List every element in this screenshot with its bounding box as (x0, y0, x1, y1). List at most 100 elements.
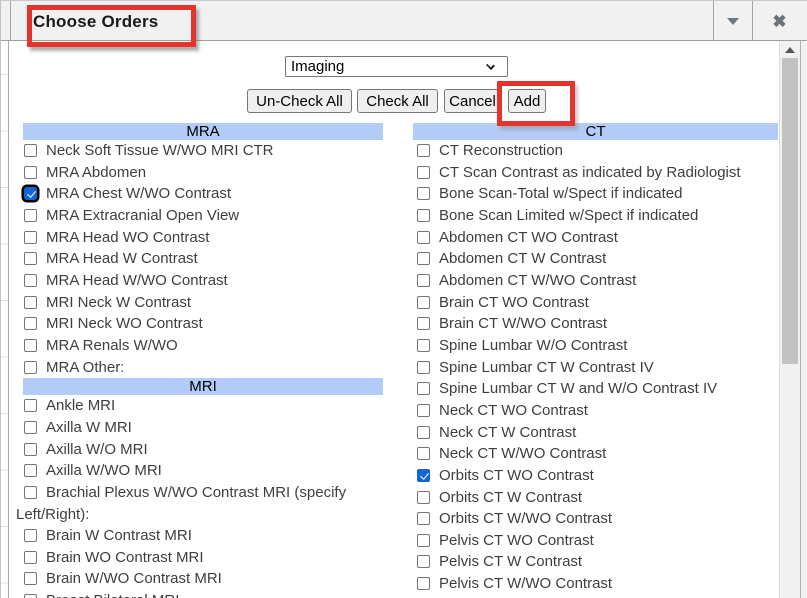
checkbox-icon[interactable] (24, 296, 37, 309)
order-item-label: Spine Lumbar CT W and W/O Contrast IV (439, 380, 717, 397)
order-item[interactable]: MRA Chest W/WO Contrast (16, 183, 383, 205)
order-item[interactable]: MRA Other: (16, 357, 383, 379)
order-item[interactable]: Axilla W/O MRI (16, 439, 383, 461)
uncheck-all-button[interactable]: Un-Check All (247, 89, 352, 113)
order-item[interactable]: Pelvis CT W Contrast (409, 551, 778, 573)
checkbox-icon[interactable] (417, 339, 430, 352)
checkbox-icon[interactable] (24, 339, 37, 352)
window-menu-button[interactable] (713, 1, 752, 41)
checkbox-icon[interactable] (24, 317, 37, 330)
order-item[interactable]: Brain WO Contrast MRI (16, 547, 383, 569)
checkbox-icon[interactable] (24, 144, 37, 157)
order-item[interactable]: Abdomen CT WO Contrast (409, 227, 778, 249)
order-item[interactable]: Ankle MRI (16, 395, 383, 417)
check-all-button[interactable]: Check All (357, 89, 438, 113)
order-item-label: Spine Lumbar W/O Contrast (439, 337, 627, 354)
order-item[interactable]: Neck Soft Tissue W/WO MRI CTR (16, 140, 383, 162)
order-item[interactable]: MRA Head W Contrast (16, 248, 383, 270)
order-item[interactable]: Neck CT WO Contrast (409, 400, 778, 422)
checkbox-icon[interactable] (24, 209, 37, 222)
order-item[interactable]: Bone Scan Limited w/Spect if indicated (409, 205, 778, 227)
vertical-scrollbar[interactable] (779, 41, 800, 598)
cancel-button[interactable]: Cancel (444, 89, 501, 113)
order-item-label: Neck CT W Contrast (439, 424, 576, 441)
checkbox-icon[interactable] (417, 469, 430, 482)
order-item[interactable]: Spine Lumbar CT W and W/O Contrast IV (409, 378, 778, 400)
order-item[interactable]: Spine Lumbar CT W Contrast IV (409, 357, 778, 379)
checkbox-icon[interactable] (417, 426, 430, 439)
order-item[interactable]: Pelvis CT WO Contrast (409, 530, 778, 552)
checkbox-icon[interactable] (417, 491, 430, 504)
order-item[interactable]: MRI Neck W Contrast (16, 292, 383, 314)
order-item[interactable]: Axilla W MRI (16, 417, 383, 439)
category-select[interactable]: Imaging (285, 56, 508, 77)
scrollbar-thumb[interactable] (782, 58, 798, 364)
checkbox-icon[interactable] (417, 534, 430, 547)
checkbox-icon[interactable] (417, 166, 430, 179)
order-item[interactable]: Abdomen CT W/WO Contrast (409, 270, 778, 292)
checkbox-icon[interactable] (24, 252, 37, 265)
checkbox-icon[interactable] (417, 382, 430, 395)
checkbox-icon[interactable] (417, 404, 430, 417)
annotation-box-add (497, 81, 575, 126)
order-item[interactable]: Brain W Contrast MRI (16, 525, 383, 547)
checkbox-icon[interactable] (24, 274, 37, 287)
checkbox-icon[interactable] (24, 421, 37, 434)
checkbox-icon[interactable] (417, 274, 430, 287)
order-item[interactable]: Orbits CT W/WO Contrast (409, 508, 778, 530)
order-item-label: Brain CT WO Contrast (439, 294, 589, 311)
checkbox-icon[interactable] (417, 577, 430, 590)
order-item[interactable]: Neck CT W/WO Contrast (409, 443, 778, 465)
order-item[interactable]: Axilla W/WO MRI (16, 460, 383, 482)
checkbox-icon[interactable] (417, 187, 430, 200)
order-item[interactable]: MRA Extracranial Open View (16, 205, 383, 227)
checkbox-icon[interactable] (417, 555, 430, 568)
order-item[interactable]: CT Reconstruction (409, 140, 778, 162)
order-item[interactable]: Orbits CT W Contrast (409, 487, 778, 509)
checkbox-icon[interactable] (24, 594, 37, 598)
order-item[interactable]: MRA Head WO Contrast (16, 227, 383, 249)
order-item[interactable]: Neck CT W Contrast (409, 422, 778, 444)
order-item[interactable]: MRA Head W/WO Contrast (16, 270, 383, 292)
order-item[interactable]: Breast Bilateral MRI (16, 590, 383, 598)
checkbox-icon[interactable] (417, 144, 430, 157)
order-item[interactable]: Brain W/WO Contrast MRI (16, 568, 383, 590)
order-item[interactable]: Orbits CT WO Contrast (409, 465, 778, 487)
window-close-button[interactable]: ✖ (752, 1, 807, 41)
checkbox-icon[interactable] (24, 464, 37, 477)
order-item[interactable]: Abdomen CT W Contrast (409, 248, 778, 270)
checkbox-icon[interactable] (24, 572, 37, 585)
order-item-label: Brain CT W/WO Contrast (439, 315, 607, 332)
order-item[interactable]: MRA Renals W/WO (16, 335, 383, 357)
checkbox-icon[interactable] (24, 486, 37, 499)
checkbox-icon[interactable] (417, 231, 430, 244)
checkbox-icon[interactable] (24, 166, 37, 179)
order-item-label: MRA Abdomen (46, 164, 146, 181)
order-item[interactable]: MRI Neck WO Contrast (16, 313, 383, 335)
checkbox-icon[interactable] (417, 209, 430, 222)
checkbox-icon[interactable] (417, 361, 430, 374)
checkbox-icon[interactable] (417, 317, 430, 330)
checkbox-icon[interactable] (417, 512, 430, 525)
order-item[interactable]: CT Scan Contrast as indicated by Radiolo… (409, 162, 778, 184)
checkbox-icon[interactable] (417, 447, 430, 460)
order-item[interactable]: Spine Lumbar W/O Contrast (409, 335, 778, 357)
checkbox-icon[interactable] (24, 187, 37, 200)
checkbox-icon[interactable] (417, 252, 430, 265)
checkbox-icon[interactable] (24, 551, 37, 564)
scrollbar-up-button[interactable] (780, 41, 800, 58)
checkbox-icon[interactable] (417, 296, 430, 309)
order-item-label: Orbits CT WO Contrast (439, 467, 594, 484)
dialog-left-edge (0, 0, 1, 598)
order-item[interactable]: Brachial Plexus W/WO Contrast MRI (speci… (16, 482, 383, 525)
order-item[interactable]: MRA Abdomen (16, 162, 383, 184)
order-item[interactable]: Brain CT W/WO Contrast (409, 313, 778, 335)
checkbox-icon[interactable] (24, 529, 37, 542)
order-item[interactable]: Pelvis CT W/WO Contrast (409, 573, 778, 595)
order-item[interactable]: Bone Scan-Total w/Spect if indicated (409, 183, 778, 205)
checkbox-icon[interactable] (24, 361, 37, 374)
checkbox-icon[interactable] (24, 399, 37, 412)
checkbox-icon[interactable] (24, 231, 37, 244)
checkbox-icon[interactable] (24, 443, 37, 456)
order-item[interactable]: Brain CT WO Contrast (409, 292, 778, 314)
